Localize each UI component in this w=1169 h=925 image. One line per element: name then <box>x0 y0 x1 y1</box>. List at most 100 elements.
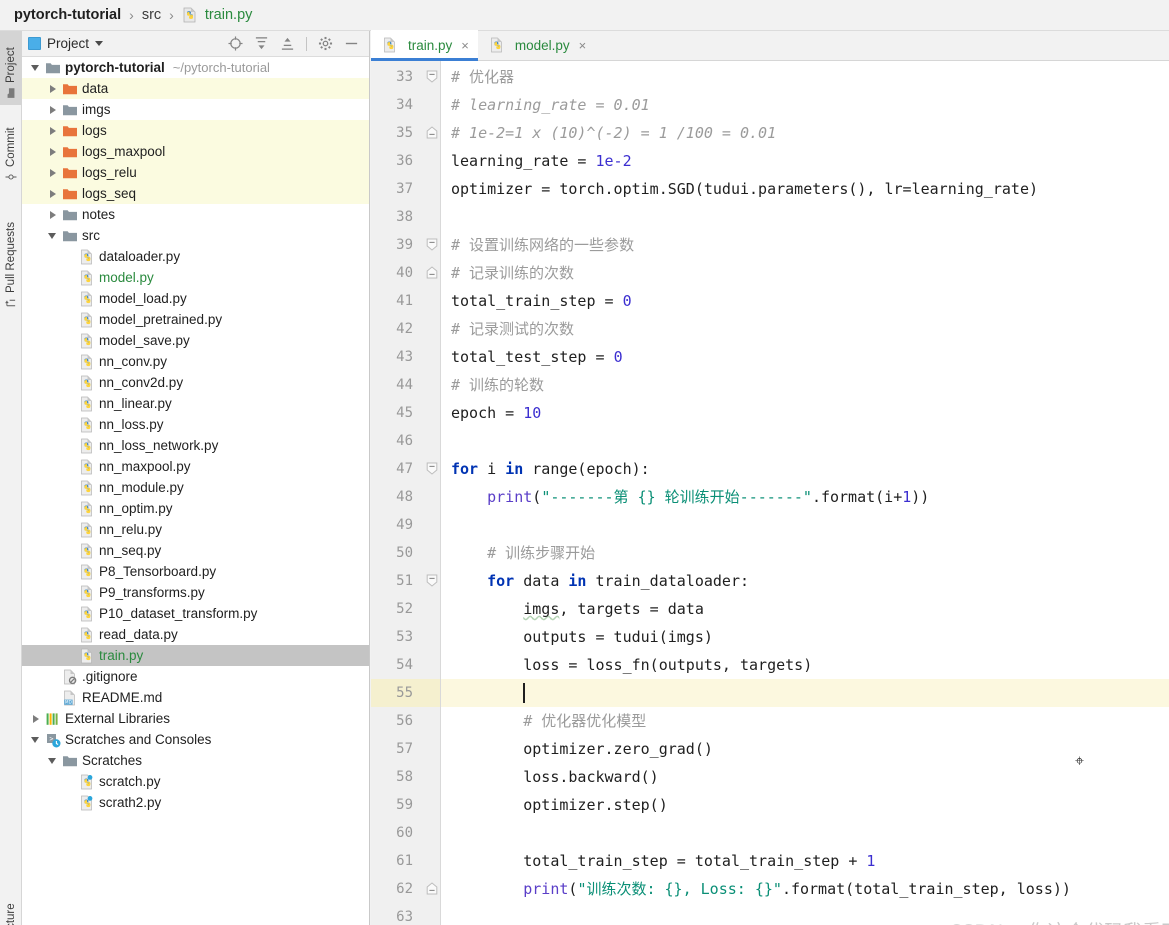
collapse-all-icon[interactable] <box>280 36 295 51</box>
tree-node-scrath2-py[interactable]: scrath2.py <box>22 792 369 813</box>
tree-node-nn-maxpool-py[interactable]: nn_maxpool.py <box>22 456 369 477</box>
line-number: 39 <box>396 237 413 253</box>
tree-node-src[interactable]: src <box>22 225 369 246</box>
tree-node-p10-dataset-transform-py[interactable]: P10_dataset_transform.py <box>22 603 369 624</box>
sidebar-tab-structure[interactable]: Structure <box>0 886 22 925</box>
code-viewport[interactable]: 33 34 35 36 37 38 39 40 41 42 43 44 45 46 47 48 49 50 51 52… <box>371 61 1169 925</box>
select-opened-file-icon[interactable] <box>228 36 243 51</box>
tree-node--gitignore[interactable]: .gitignore <box>22 666 369 687</box>
tree-node-logs-maxpool[interactable]: logs_maxpool <box>22 141 369 162</box>
tree-node-external-libraries[interactable]: External Libraries <box>22 708 369 729</box>
chevron-right-icon[interactable] <box>30 713 41 724</box>
tree-node-nn-conv-py[interactable]: nn_conv.py <box>22 351 369 372</box>
chevron-right-icon[interactable] <box>47 83 58 94</box>
chevron-down-icon[interactable] <box>30 62 41 73</box>
tree-node-model-load-py[interactable]: model_load.py <box>22 288 369 309</box>
line-number: 38 <box>396 209 413 225</box>
tree-arrow-placeholder <box>64 272 75 283</box>
sidebar-tab-pull-requests[interactable]: Pull Requests <box>0 203 22 315</box>
tree-node-train-py[interactable]: train.py <box>22 645 369 666</box>
code-fold-toggle-icon[interactable] <box>426 126 438 139</box>
code-fold-toggle-icon[interactable] <box>426 574 438 587</box>
breadcrumb-project[interactable]: pytorch-tutorial <box>14 7 121 23</box>
tree-node-scratches-and-consoles[interactable]: > Scratches and Consoles <box>22 729 369 750</box>
tree-node-pytorch-tutorial[interactable]: pytorch-tutorial ~/pytorch-tutorial <box>22 57 369 78</box>
tree-node-nn-conv2d-py[interactable]: nn_conv2d.py <box>22 372 369 393</box>
close-icon[interactable]: × <box>461 38 469 53</box>
code-fold-toggle-icon[interactable] <box>426 462 438 475</box>
code-fold-toggle-icon[interactable] <box>426 882 438 895</box>
code-text[interactable]: CSDN @你这个代码我看不懂 ⌖ # 优化器 # learning_rate =… <box>441 61 1169 925</box>
project-view-selector[interactable]: Project <box>28 36 104 51</box>
code-token: # 设置训练网络的一些参数 <box>451 236 635 254</box>
tree-node-imgs[interactable]: imgs <box>22 99 369 120</box>
tree-node-read-data-py[interactable]: read_data.py <box>22 624 369 645</box>
line-number: 37 <box>396 181 413 197</box>
chevron-down-icon[interactable] <box>30 734 41 745</box>
tree-node-scratch-py[interactable]: scratch.py <box>22 771 369 792</box>
chevron-right-icon[interactable] <box>47 188 58 199</box>
editor-tab-bar[interactable]: train.py × model.py × <box>371 30 1169 61</box>
python-file-icon <box>384 37 395 53</box>
chevron-right-icon[interactable] <box>47 104 58 115</box>
tree-node-nn-module-py[interactable]: nn_module.py <box>22 477 369 498</box>
tree-arrow-placeholder <box>64 314 75 325</box>
breadcrumb-file[interactable]: train.py <box>205 7 253 23</box>
tree-node-label: nn_loss_network.py <box>99 438 219 453</box>
tree-node-label: nn_module.py <box>99 480 184 495</box>
editor-tab-model-py[interactable]: model.py × <box>478 30 595 60</box>
code-token: for <box>487 572 515 590</box>
tree-node-model-pretrained-py[interactable]: model_pretrained.py <box>22 309 369 330</box>
python-file-icon <box>81 480 92 495</box>
tree-node-nn-optim-py[interactable]: nn_optim.py <box>22 498 369 519</box>
code-line: for i in range(epoch): <box>451 455 650 483</box>
chevron-right-icon[interactable] <box>47 146 58 157</box>
tree-node-p9-transforms-py[interactable]: P9_transforms.py <box>22 582 369 603</box>
breadcrumb-folder[interactable]: src <box>142 7 161 23</box>
code-token: 10 <box>523 404 542 422</box>
sidebar-tab-project[interactable]: Project <box>0 31 22 105</box>
tree-node-logs[interactable]: logs <box>22 120 369 141</box>
tree-node-logs-seq[interactable]: logs_seq <box>22 183 369 204</box>
tree-node-logs-relu[interactable]: logs_relu <box>22 162 369 183</box>
hide-panel-icon[interactable] <box>344 36 359 51</box>
tree-node-dataloader-py[interactable]: dataloader.py <box>22 246 369 267</box>
tree-node-p8-tensorboard-py[interactable]: P8_Tensorboard.py <box>22 561 369 582</box>
mouse-text-cursor: ⌖ <box>1075 751 1085 770</box>
tree-node-nn-relu-py[interactable]: nn_relu.py <box>22 519 369 540</box>
editor-tab-label: model.py <box>514 37 570 53</box>
line-number: 53 <box>396 629 413 645</box>
tree-node-path: ~/pytorch-tutorial <box>172 60 270 75</box>
close-icon[interactable]: × <box>579 38 587 53</box>
python-file-icon <box>81 627 92 642</box>
chevron-right-icon[interactable] <box>47 125 58 136</box>
tree-node-model-save-py[interactable]: model_save.py <box>22 330 369 351</box>
sidebar-tab-commit[interactable]: Commit <box>0 117 22 189</box>
chevron-right-icon[interactable] <box>47 209 58 220</box>
tree-node-nn-loss-py[interactable]: nn_loss.py <box>22 414 369 435</box>
tree-node-nn-seq-py[interactable]: nn_seq.py <box>22 540 369 561</box>
project-tree[interactable]: pytorch-tutorial ~/pytorch-tutorial data im… <box>22 57 369 923</box>
chevron-down-icon[interactable] <box>47 755 58 766</box>
tree-node-readme-md[interactable]: MD README.md <box>22 687 369 708</box>
code-fold-toggle-icon[interactable] <box>426 70 438 83</box>
tree-node-notes[interactable]: notes <box>22 204 369 225</box>
expand-all-icon[interactable] <box>254 36 269 51</box>
tree-node-nn-linear-py[interactable]: nn_linear.py <box>22 393 369 414</box>
tree-node-model-py[interactable]: model.py <box>22 267 369 288</box>
tree-node-data[interactable]: data <box>22 78 369 99</box>
chevron-right-icon[interactable] <box>47 167 58 178</box>
chevron-down-icon[interactable] <box>47 230 58 241</box>
tree-node-scratches[interactable]: Scratches <box>22 750 369 771</box>
folder-gray-icon <box>63 104 77 115</box>
code-fold-toggle-icon[interactable] <box>426 238 438 251</box>
tree-node-label: README.md <box>82 690 163 705</box>
project-panel-title: Project <box>47 36 90 51</box>
scratch-file-icon <box>81 774 93 789</box>
settings-gear-icon[interactable] <box>318 36 333 51</box>
code-fold-gutter[interactable] <box>423 61 441 925</box>
code-fold-toggle-icon[interactable] <box>426 266 438 279</box>
editor-tab-train-py[interactable]: train.py × <box>371 30 478 61</box>
chevron-down-icon[interactable] <box>95 41 104 46</box>
tree-node-nn-loss-network-py[interactable]: nn_loss_network.py <box>22 435 369 456</box>
